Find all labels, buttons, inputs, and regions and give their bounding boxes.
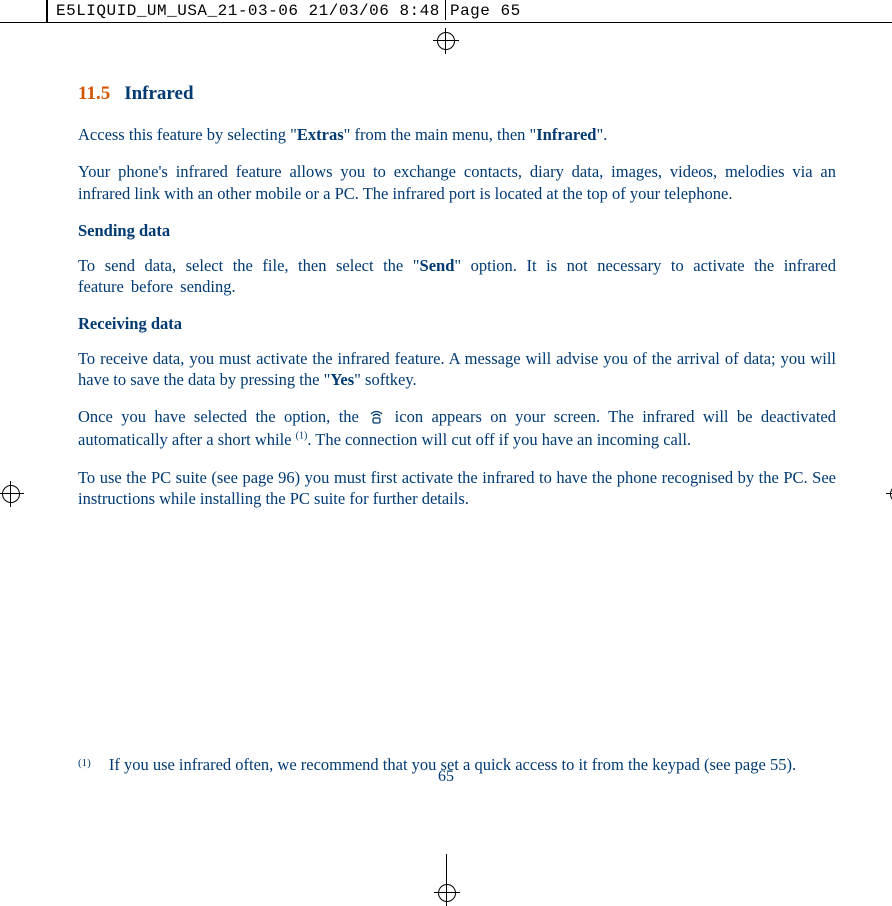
paragraph-sending: To send data, select the file, then sele… [78, 255, 836, 297]
section-number: 11.5 [78, 83, 110, 104]
paragraph-pcsuite: To use the PC suite (see page 96) you mu… [78, 467, 836, 509]
subheading-sending: Sending data [78, 220, 836, 241]
page-content: 11.5 Infrared Access this feature by sele… [78, 82, 836, 525]
subheading-receiving: Receiving data [78, 313, 836, 334]
page-number: 65 [0, 768, 892, 786]
paragraph-intro: Access this feature by selecting "Extras… [78, 124, 836, 145]
paragraph-icon: Once you have selected the option, the i… [78, 406, 836, 450]
section-heading: 11.5 Infrared [78, 82, 836, 106]
paragraph-description: Your phone's infrared feature allows you… [78, 161, 836, 203]
section-name: Infrared [124, 83, 193, 104]
crop-mark-top [437, 20, 455, 48]
header-vertical-rule [46, 0, 48, 22]
paragraph-receiving: To receive data, you must activate the i… [78, 348, 836, 390]
print-header: E5LIQUID_UM_USA_21-03-06 21/03/06 8:48 P… [56, 2, 521, 20]
infrared-icon [369, 408, 384, 429]
